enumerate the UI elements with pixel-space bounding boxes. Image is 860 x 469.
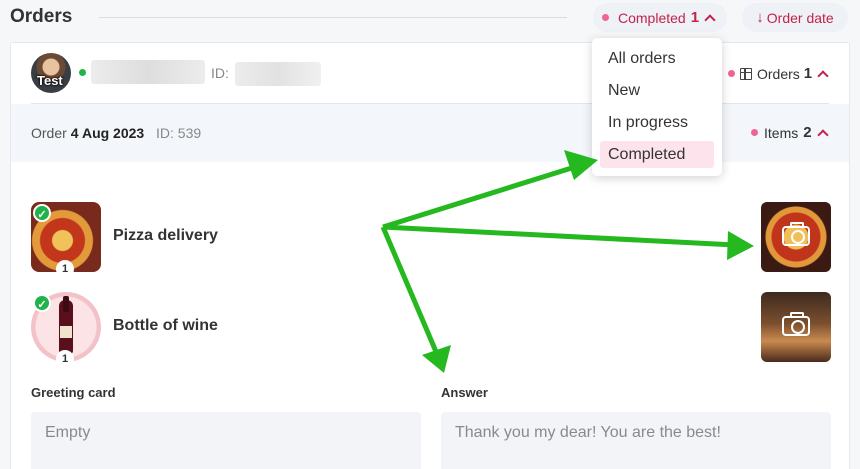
- check-icon: ✓: [33, 204, 51, 222]
- order-label: Order 4 Aug 2023: [31, 125, 144, 141]
- chevron-up-icon: [817, 70, 829, 82]
- order-date: 4 Aug 2023: [70, 125, 145, 141]
- order-card: Test ID: Orders 1 Order 4 Aug 2023 ID: 53…: [10, 42, 850, 469]
- avatar[interactable]: Test: [31, 53, 71, 93]
- arrow-down-icon: ↓: [756, 9, 764, 26]
- user-row: Test ID: Orders 1: [11, 43, 849, 103]
- page-header: Orders Completed 1 ↓ Order date: [0, 0, 860, 36]
- orders-dot-icon: [728, 70, 735, 77]
- items-count: 2: [803, 124, 812, 141]
- camera-icon: [782, 312, 810, 336]
- items-dot-icon: [751, 129, 758, 136]
- item-quantity: 1: [56, 260, 74, 278]
- status-dot-icon: [602, 14, 609, 21]
- order-label-text: Order: [31, 125, 67, 141]
- header-divider: [99, 17, 567, 18]
- item-name: Bottle of wine: [113, 317, 218, 334]
- items-label: Items: [764, 124, 799, 141]
- pizza-photo[interactable]: [761, 202, 831, 272]
- chevron-up-icon: [816, 129, 829, 141]
- dropdown-option-new[interactable]: New: [592, 77, 722, 109]
- dropdown-option-in-progress[interactable]: In progress: [592, 109, 722, 141]
- orders-label: Orders: [757, 65, 800, 82]
- dropdown-option-completed[interactable]: Completed: [600, 141, 714, 168]
- redacted-username: [91, 60, 205, 84]
- wine-label-shape: [60, 326, 72, 338]
- items-toggle[interactable]: Items 2: [751, 124, 829, 141]
- greeting-card-label: Greeting card: [31, 385, 116, 400]
- orders-page: Orders Completed 1 ↓ Order date Test ID:…: [0, 0, 860, 469]
- status-filter-count: 1: [690, 9, 700, 26]
- answer-label: Answer: [441, 385, 488, 400]
- wine-photo[interactable]: [761, 292, 831, 362]
- chevron-up-icon: [704, 14, 716, 26]
- camera-icon: [782, 222, 810, 246]
- gift-icon: [740, 67, 752, 80]
- item-name: Pizza delivery: [113, 227, 218, 244]
- check-icon: ✓: [33, 294, 51, 312]
- item-quantity: 1: [56, 350, 74, 368]
- order-item-pizza: ✓ 1: [31, 202, 103, 278]
- status-filter-label: Completed: [618, 9, 686, 26]
- orders-toggle[interactable]: Orders 1: [728, 65, 829, 82]
- orders-count: 1: [803, 65, 813, 82]
- status-filter-button[interactable]: Completed 1: [593, 3, 727, 32]
- sort-order-date-button[interactable]: ↓ Order date: [742, 3, 848, 32]
- dropdown-option-all-orders[interactable]: All orders: [592, 45, 722, 77]
- online-status-dot: [79, 69, 86, 76]
- order-id: ID: 539: [156, 125, 202, 141]
- answer-field[interactable]: Thank you my dear! You are the best!: [441, 412, 831, 469]
- order-summary-row: Order 4 Aug 2023 ID: 539 Items 2: [11, 104, 849, 162]
- sort-label: Order date: [766, 9, 834, 26]
- status-filter-dropdown: All orders New In progress Completed: [592, 38, 722, 176]
- user-id-label: ID:: [211, 65, 229, 81]
- page-title: Orders: [10, 6, 73, 27]
- greeting-card-field[interactable]: Empty: [31, 412, 421, 469]
- avatar-text: Test: [37, 73, 63, 88]
- redacted-user-id: [235, 62, 321, 86]
- order-item-wine: ✓ 1: [31, 292, 103, 368]
